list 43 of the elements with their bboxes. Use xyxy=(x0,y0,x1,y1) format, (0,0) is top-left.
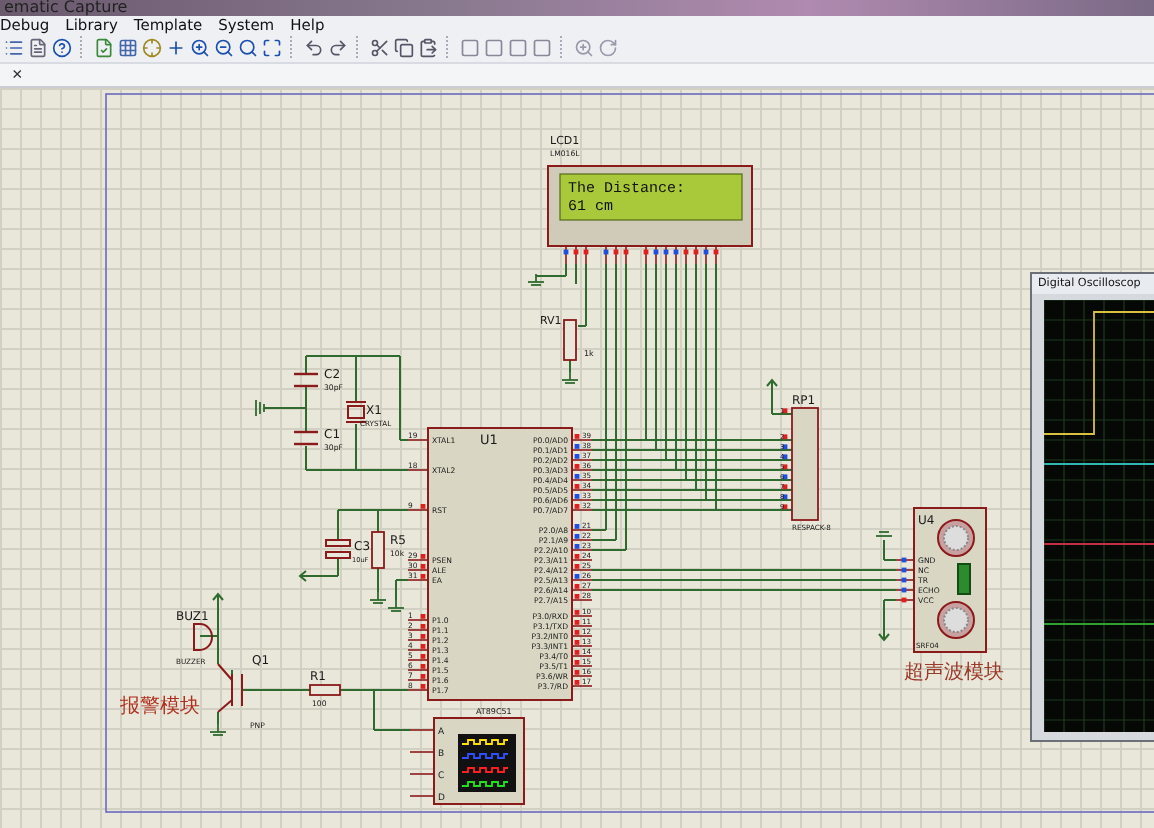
ground-symbol xyxy=(255,399,265,417)
crystal-symbol xyxy=(345,401,367,423)
resistor-pack xyxy=(791,407,819,521)
indicator-led xyxy=(957,563,971,595)
zoom-out-icon[interactable] xyxy=(212,36,234,59)
waveform-screen-icon xyxy=(458,734,516,792)
ground-symbol xyxy=(875,531,893,537)
ground-symbol xyxy=(209,723,227,736)
paste-icon[interactable] xyxy=(416,36,438,59)
close-tab-button[interactable]: × xyxy=(8,64,27,85)
wire xyxy=(569,359,571,373)
resistor-symbol xyxy=(309,684,341,696)
power-terminal-arrow xyxy=(766,378,778,397)
undo-icon[interactable] xyxy=(302,36,324,59)
cut-icon[interactable] xyxy=(368,36,390,59)
module-caption: 报警模块 xyxy=(120,696,200,718)
transducer-icon xyxy=(937,601,975,639)
power-terminal-arrow xyxy=(878,623,890,642)
document-icon[interactable] xyxy=(26,36,48,59)
transducer-icon xyxy=(937,519,975,557)
zoom-area-icon[interactable] xyxy=(260,36,282,59)
grid-icon[interactable] xyxy=(116,36,138,59)
buzzer-symbol xyxy=(193,623,213,651)
electrolytic-capacitor-symbol xyxy=(325,539,351,559)
capacitor-symbol xyxy=(294,372,318,388)
redo-icon[interactable] xyxy=(326,36,348,59)
ground-symbol xyxy=(527,273,545,286)
window-title: ematic Capture xyxy=(4,0,128,16)
capacitor-symbol xyxy=(294,430,318,446)
resistor-symbol xyxy=(371,531,385,569)
zoom-in-icon[interactable] xyxy=(188,36,210,59)
help-icon[interactable] xyxy=(50,36,72,59)
wire xyxy=(575,263,577,285)
copy-icon[interactable] xyxy=(392,36,414,59)
wire xyxy=(241,689,311,691)
power-terminal-arrow xyxy=(298,570,317,582)
power-terminal-arrow xyxy=(212,592,224,611)
wire xyxy=(377,567,379,593)
wire xyxy=(217,711,219,725)
potentiometer-symbol xyxy=(563,319,577,361)
ground-symbol xyxy=(561,371,579,384)
transistor-symbol xyxy=(217,663,243,713)
module-caption: 超声波模块 xyxy=(904,662,1004,684)
